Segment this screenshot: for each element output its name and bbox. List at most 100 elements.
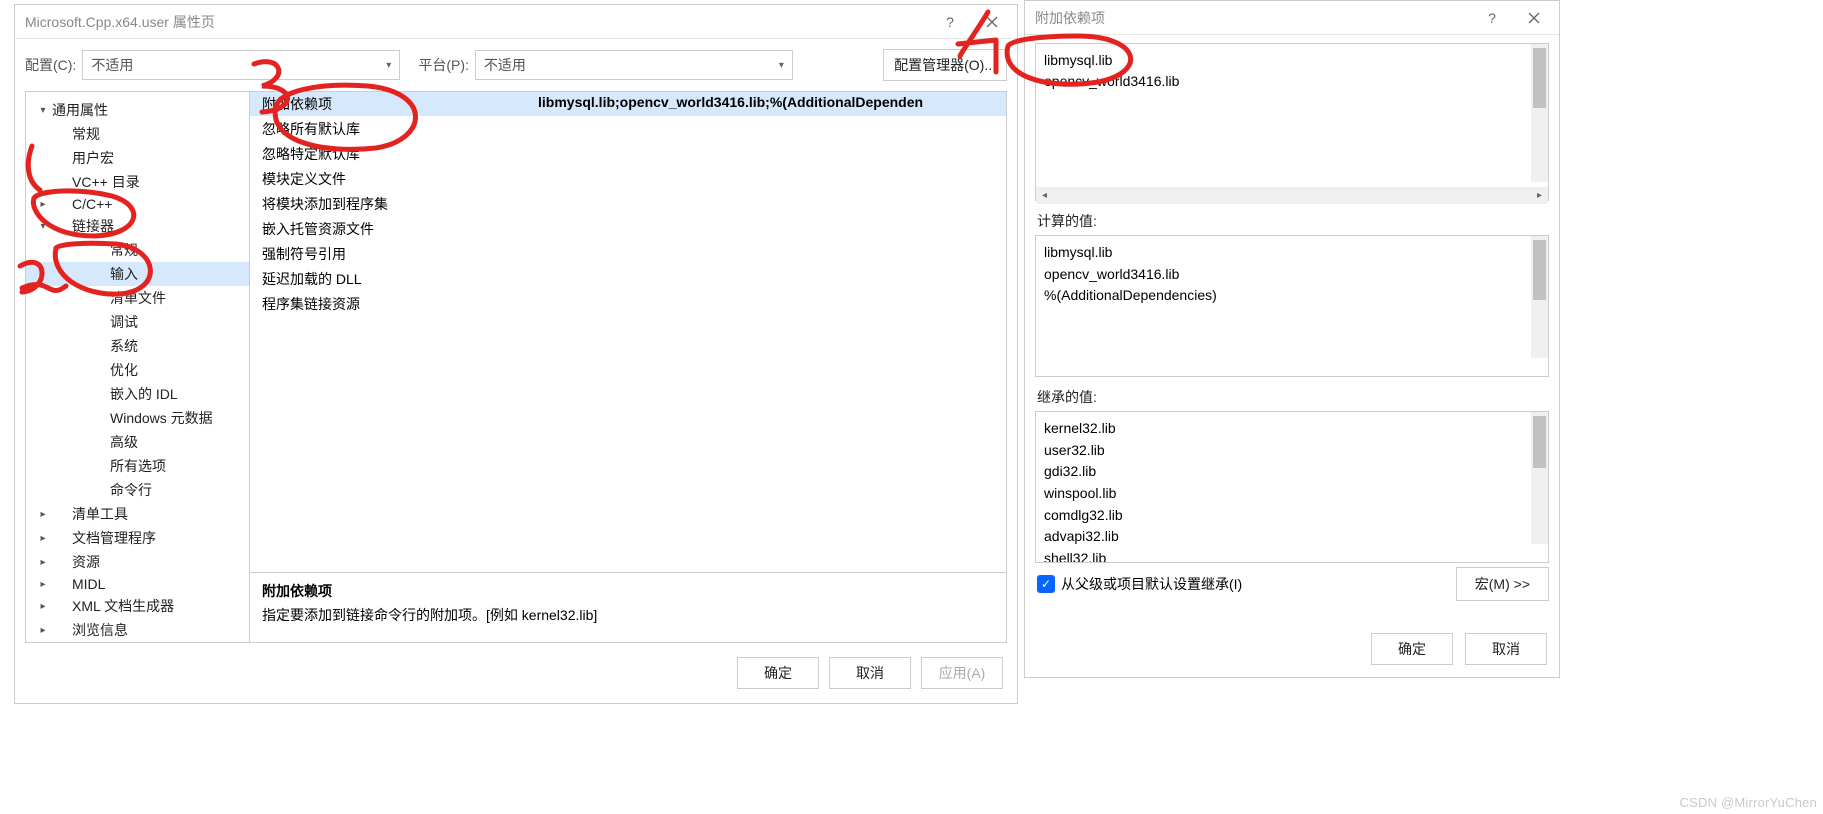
tree-item[interactable]: ▸文档管理程序 (26, 526, 249, 550)
config-select[interactable]: 不适用 ▾ (82, 50, 400, 80)
tree-item[interactable]: ▸ MIDL (26, 574, 249, 594)
help-button[interactable]: ? (929, 7, 971, 37)
tree-item[interactable]: ▸浏览信息 (26, 618, 249, 642)
collapsed-icon[interactable]: ▸ (36, 557, 50, 568)
inherited-value: advapi32.lib (1044, 526, 1540, 548)
property-row[interactable]: 强制符号引用 (250, 242, 1006, 267)
tree-item[interactable]: ▸ 清单工具 (26, 502, 249, 526)
tree-item-label: MIDL (70, 576, 105, 592)
tree-item[interactable]: VC++ 目录 (26, 170, 249, 194)
scroll-thumb[interactable] (1533, 416, 1546, 468)
window-title: 附加依赖项 (1035, 8, 1471, 28)
help-button[interactable]: ? (1471, 3, 1513, 33)
dialog-footer: 确定 取消 应用(A) (15, 643, 1017, 703)
property-row[interactable]: 附加依赖项libmysql.lib;opencv_world3416.lib;%… (250, 92, 1006, 117)
tree-item[interactable]: 优化 (26, 358, 249, 382)
tree-item[interactable]: 系统 (26, 334, 249, 358)
scroll-right-icon[interactable]: ▸ (1531, 190, 1548, 201)
scroll-thumb[interactable] (1533, 240, 1546, 300)
tree-item-label: 所有选项 (108, 456, 166, 476)
collapsed-icon[interactable]: ▸ (36, 579, 50, 590)
checkbox-checked-icon[interactable]: ✓ (1037, 575, 1055, 593)
titlebar[interactable]: 附加依赖项 ? (1025, 1, 1559, 35)
property-value[interactable] (530, 267, 1006, 291)
property-pages-dialog: Microsoft.Cpp.x64.user 属性页 ? 配置(C): 不适用 … (14, 4, 1018, 704)
dialog-footer: 确定 取消 (1025, 621, 1559, 677)
property-name: 延迟加载的 DLL (250, 267, 530, 291)
close-button[interactable] (1513, 3, 1555, 33)
tree-item[interactable]: ▸资源 (26, 550, 249, 574)
tree-item[interactable]: 常规 (26, 122, 249, 146)
vertical-scrollbar[interactable] (1531, 412, 1548, 544)
config-manager-button[interactable]: 配置管理器(O)... (883, 49, 1007, 81)
tree-item[interactable]: 用户宏 (26, 146, 249, 170)
scroll-thumb[interactable] (1533, 48, 1546, 108)
titlebar[interactable]: Microsoft.Cpp.x64.user 属性页 ? (15, 5, 1017, 39)
collapsed-icon[interactable]: ▸ (36, 533, 50, 544)
property-value[interactable] (530, 117, 1006, 141)
inherited-values-box: kernel32.libuser32.libgdi32.libwinspool.… (1035, 411, 1549, 563)
apply-button[interactable]: 应用(A) (921, 657, 1003, 689)
tree-item[interactable]: ▸C/C++ (26, 194, 249, 214)
computed-value: %(AdditionalDependencies) (1044, 285, 1540, 307)
property-value[interactable] (530, 242, 1006, 266)
property-tree[interactable]: ▾通用属性常规用户宏VC++ 目录▸C/C++▾链接器常规输入清单文件调试系统优… (26, 92, 250, 642)
dependencies-input-wrap: ◂ ▸ (1035, 43, 1549, 201)
property-row[interactable]: 延迟加载的 DLL (250, 267, 1006, 292)
tree-item[interactable]: 嵌入的 IDL (26, 382, 249, 406)
tree-item[interactable]: 调试 (26, 310, 249, 334)
tree-item[interactable]: 所有选项 (26, 454, 249, 478)
tree-item[interactable]: ▾链接器 (26, 214, 249, 238)
close-icon (1528, 12, 1540, 24)
expanded-icon[interactable]: ▾ (36, 221, 50, 232)
dependencies-input[interactable] (1036, 44, 1548, 184)
description-title: 附加依赖项 (262, 581, 994, 601)
property-value[interactable] (530, 192, 1006, 216)
computed-values-box: libmysql.libopencv_world3416.lib%(Additi… (1035, 235, 1549, 377)
property-row[interactable]: 将模块添加到程序集 (250, 192, 1006, 217)
computed-value: opencv_world3416.lib (1044, 264, 1540, 286)
property-row[interactable]: 嵌入托管资源文件 (250, 217, 1006, 242)
ok-button[interactable]: 确定 (737, 657, 819, 689)
property-row[interactable]: 模块定义文件 (250, 167, 1006, 192)
collapsed-icon[interactable]: ▸ (36, 601, 50, 612)
vertical-scrollbar[interactable] (1531, 44, 1548, 182)
tree-item[interactable]: ▾通用属性 (26, 98, 249, 122)
platform-select[interactable]: 不适用 ▾ (475, 50, 793, 80)
tree-item[interactable]: ▸XML 文档生成器 (26, 594, 249, 618)
tree-item-label: VC++ 目录 (70, 172, 140, 192)
property-value[interactable] (530, 217, 1006, 241)
ok-button[interactable]: 确定 (1371, 633, 1453, 665)
description-panel: 附加依赖项 指定要添加到链接命令行的附加项。[例如 kernel32.lib] (250, 572, 1006, 642)
property-name: 强制符号引用 (250, 242, 530, 266)
inherit-checkbox-row[interactable]: ✓ 从父级或项目默认设置继承(I) (1035, 568, 1244, 600)
tree-item[interactable]: 高级 (26, 430, 249, 454)
horizontal-scrollbar[interactable]: ◂ ▸ (1036, 187, 1548, 204)
close-button[interactable] (971, 7, 1013, 37)
tree-item[interactable]: 命令行 (26, 478, 249, 502)
collapsed-icon[interactable]: ▸ (36, 199, 50, 210)
property-value[interactable] (530, 142, 1006, 166)
property-grid[interactable]: 附加依赖项libmysql.lib;opencv_world3416.lib;%… (250, 92, 1006, 572)
expanded-icon[interactable]: ▾ (36, 105, 50, 116)
vertical-scrollbar[interactable] (1531, 236, 1548, 358)
property-name: 嵌入托管资源文件 (250, 217, 530, 241)
tree-item[interactable]: 输入 (26, 262, 249, 286)
tree-item[interactable]: 清单文件 (26, 286, 249, 310)
tree-item[interactable]: 常规 (26, 238, 249, 262)
tree-item-label: 清单工具 (70, 504, 128, 524)
property-value[interactable] (530, 167, 1006, 191)
cancel-button[interactable]: 取消 (829, 657, 911, 689)
scroll-left-icon[interactable]: ◂ (1036, 190, 1053, 201)
property-row[interactable]: 忽略特定默认库 (250, 142, 1006, 167)
property-row[interactable]: 程序集链接资源 (250, 292, 1006, 317)
macros-button[interactable]: 宏(M) >> (1456, 567, 1549, 601)
property-value[interactable] (530, 292, 1006, 316)
tree-item[interactable]: Windows 元数据 (26, 406, 249, 430)
collapsed-icon[interactable]: ▸ (36, 625, 50, 636)
property-row[interactable]: 忽略所有默认库 (250, 117, 1006, 142)
cancel-button[interactable]: 取消 (1465, 633, 1547, 665)
collapsed-icon[interactable]: ▸ (36, 509, 50, 520)
property-value[interactable]: libmysql.lib;opencv_world3416.lib;%(Addi… (530, 92, 1006, 116)
tree-item-label: 高级 (108, 432, 138, 452)
